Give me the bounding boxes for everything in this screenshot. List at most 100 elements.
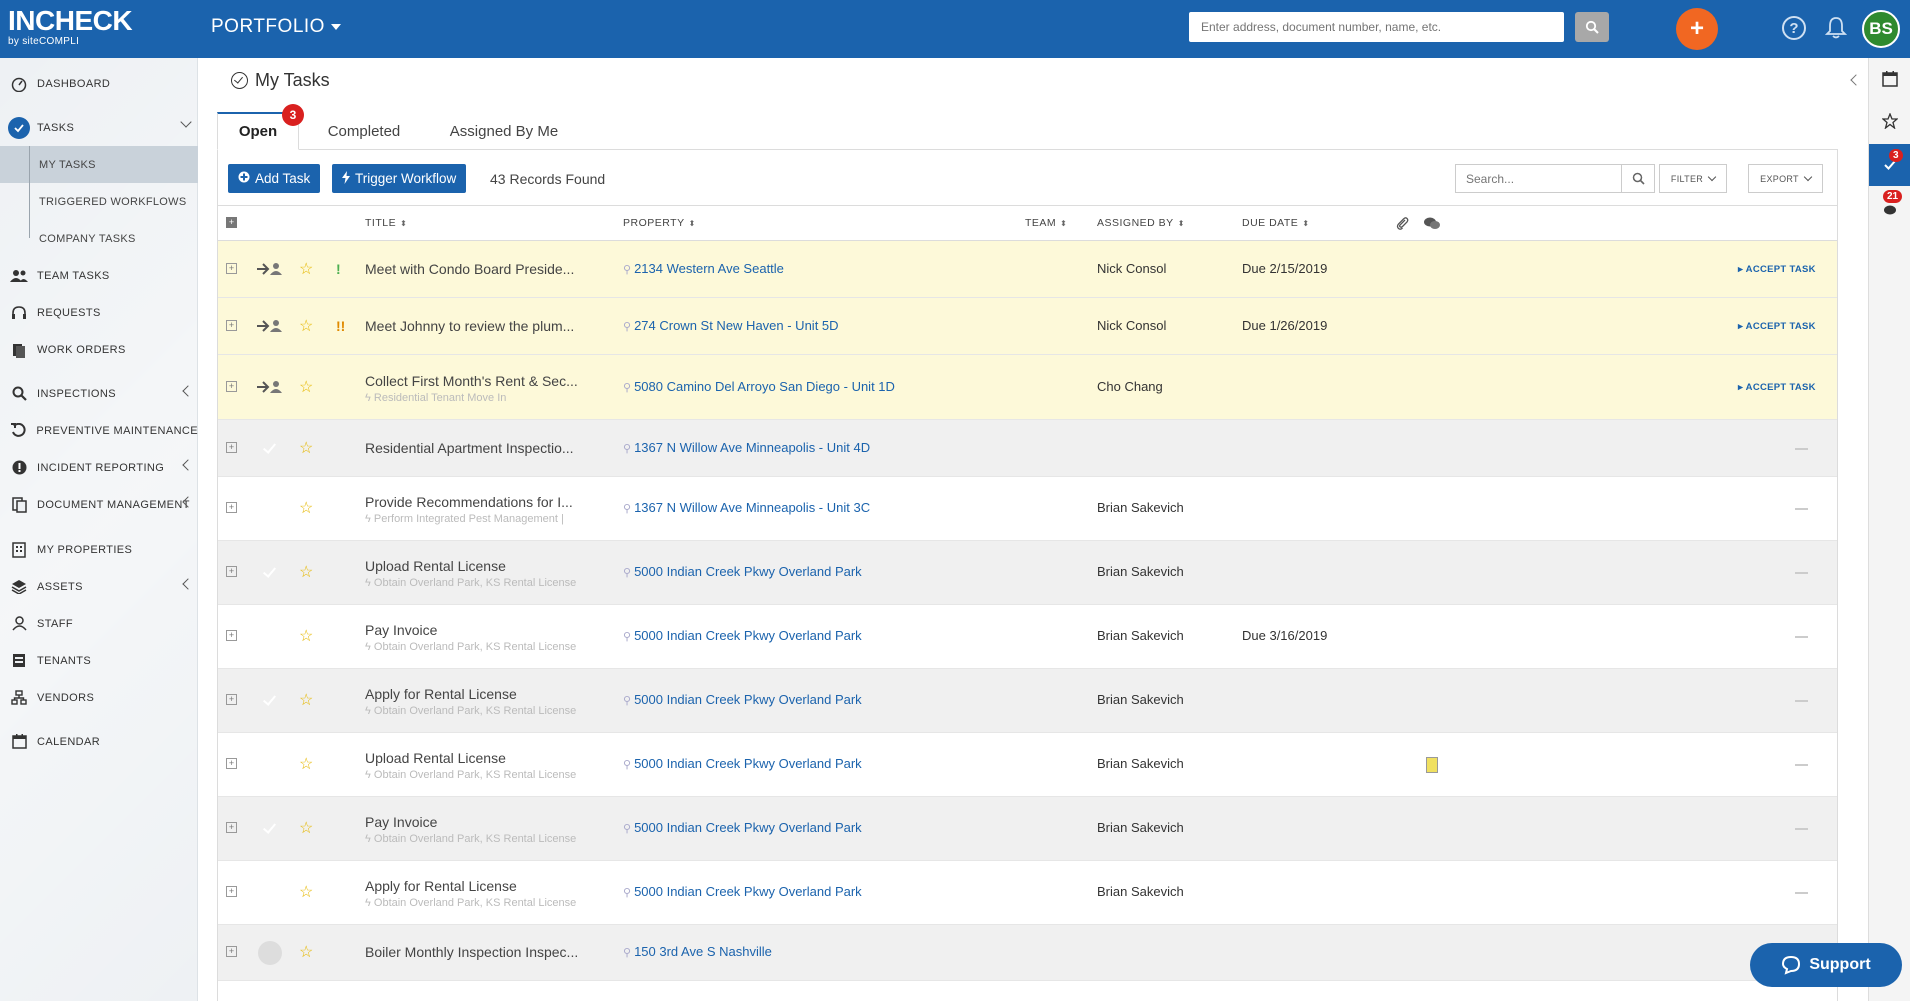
table-row[interactable]: + ☆ Apply for Rental License ϟ Obtain Overl…	[218, 861, 1837, 925]
property-link[interactable]: ⚲ 5000 Indian Creek Pkwy Overland Park	[623, 692, 862, 707]
star-icon[interactable]: ☆	[299, 498, 313, 518]
support-button[interactable]: Support	[1750, 943, 1902, 987]
rail-notifications[interactable]: 21	[1869, 188, 1910, 230]
rail-favorites[interactable]	[1869, 100, 1910, 142]
tab-assigned-by-me[interactable]: Assigned By Me	[429, 112, 579, 150]
global-search-input[interactable]	[1189, 12, 1564, 42]
sidebar-item-assets[interactable]: ASSETS	[0, 568, 198, 605]
table-row[interactable]: + ☆!! Meet Johnny to review the plum... ⚲ 27…	[218, 298, 1837, 355]
sidebar-item-tasks[interactable]: TASKS	[0, 109, 198, 146]
expand-all-icon[interactable]: +	[226, 217, 237, 228]
expand-row-icon[interactable]: +	[226, 566, 237, 577]
property-link[interactable]: ⚲ 5000 Indian Creek Pkwy Overland Park	[623, 628, 862, 643]
table-row[interactable]: + ☆ Apply for Rental License ϟ Obtain Overl…	[218, 669, 1837, 733]
filter-dropdown[interactable]: FILTER	[1659, 164, 1727, 193]
create-new-button[interactable]: +	[1676, 8, 1718, 50]
sidebar-item-inspections[interactable]: INSPECTIONS	[0, 375, 198, 412]
accept-task-button[interactable]: ▸ ACCEPT TASK	[1738, 321, 1816, 332]
column-due-date[interactable]: DUE DATE ⬍	[1242, 217, 1310, 229]
global-search-button[interactable]	[1575, 12, 1609, 42]
task-title[interactable]: Provide Recommendations for I...	[365, 494, 573, 510]
add-task-button[interactable]: Add Task	[228, 164, 321, 193]
expand-row-icon[interactable]: +	[226, 946, 237, 957]
table-row[interactable]: + ☆ Residential Apartment Inspectio... ⚲ 136…	[218, 420, 1837, 477]
sidebar-item-vendors[interactable]: VENDORS	[0, 679, 198, 716]
star-icon[interactable]: ☆	[299, 690, 313, 710]
sidebar-item-work-orders[interactable]: WORK ORDERS	[0, 331, 198, 368]
star-icon[interactable]: ☆	[299, 818, 313, 838]
sidebar-item-tenants[interactable]: TENANTS	[0, 642, 198, 679]
sidebar-item-incident-reporting[interactable]: INCIDENT REPORTING	[0, 449, 198, 486]
task-title[interactable]: Upload Rental License	[365, 750, 506, 766]
collapse-panel-icon[interactable]	[1850, 74, 1862, 86]
property-link[interactable]: ⚲ 5000 Indian Creek Pkwy Overland Park	[623, 564, 862, 579]
comments-icon[interactable]	[1424, 217, 1440, 233]
task-title[interactable]: Apply for Rental License	[365, 878, 517, 894]
sidebar-item-calendar[interactable]: CALENDAR	[0, 723, 198, 760]
star-icon[interactable]: ☆	[299, 754, 313, 774]
star-icon[interactable]: ☆	[299, 316, 313, 336]
property-link[interactable]: ⚲ 150 3rd Ave S Nashville	[623, 944, 772, 959]
export-dropdown[interactable]: EXPORT	[1748, 164, 1823, 193]
property-link[interactable]: ⚲ 5000 Indian Creek Pkwy Overland Park	[623, 756, 862, 771]
expand-row-icon[interactable]: +	[226, 822, 237, 833]
table-row[interactable]: + ☆ Pay Invoice ϟ Obtain Overland Park, KS …	[218, 797, 1837, 861]
table-row[interactable]: + ☆ Upload Rental License ϟ Obtain Overland…	[218, 733, 1837, 797]
sidebar-item-document-management[interactable]: DOCUMENT MANAGEMENT	[0, 486, 198, 523]
task-title[interactable]: Collect First Month's Rent & Sec...	[365, 373, 578, 389]
expand-row-icon[interactable]: +	[226, 694, 237, 705]
property-link[interactable]: ⚲ 274 Crown St New Haven - Unit 5D	[623, 318, 839, 333]
column-team[interactable]: TEAM ⬍	[1025, 217, 1067, 229]
table-row[interactable]: + ☆ Boiler Monthly Inspection Inspec... ⚲ 15…	[218, 925, 1837, 981]
column-title[interactable]: TITLE ⬍	[365, 217, 407, 229]
table-row[interactable]: + ☆ Provide Recommendations for I... ϟ Perf…	[218, 477, 1837, 541]
property-link[interactable]: ⚲ 5000 Indian Creek Pkwy Overland Park	[623, 820, 862, 835]
sidebar-item-preventive-maintenance[interactable]: PREVENTIVE MAINTENANCE	[0, 412, 198, 449]
star-icon[interactable]: ☆	[299, 626, 313, 646]
task-title[interactable]: Pay Invoice	[365, 814, 437, 830]
task-title[interactable]: Residential Apartment Inspectio...	[365, 440, 574, 456]
app-logo[interactable]: INCHECK by siteCOMPLI	[8, 6, 133, 48]
table-search-input[interactable]	[1455, 164, 1622, 193]
task-title[interactable]: Meet with Condo Board Preside...	[365, 261, 574, 277]
property-link[interactable]: ⚲ 5000 Indian Creek Pkwy Overland Park	[623, 884, 862, 899]
expand-row-icon[interactable]: +	[226, 630, 237, 641]
expand-row-icon[interactable]: +	[226, 262, 237, 274]
expand-row-icon[interactable]: +	[226, 441, 237, 453]
star-icon[interactable]: ☆	[299, 438, 313, 458]
table-row[interactable]: + ☆ Collect First Month's Rent & Sec... ϟ R…	[218, 355, 1837, 420]
star-icon[interactable]: ☆	[299, 942, 313, 962]
expand-row-icon[interactable]: +	[226, 380, 237, 392]
table-row[interactable]: + ☆ Upload Rental License ϟ Obtain Overland…	[218, 541, 1837, 605]
property-link[interactable]: ⚲ 1367 N Willow Ave Minneapolis - Unit 3C	[623, 500, 870, 515]
note-icon[interactable]	[1426, 757, 1438, 773]
expand-row-icon[interactable]: +	[226, 758, 237, 769]
property-link[interactable]: ⚲ 2134 Western Ave Seattle	[623, 261, 784, 276]
table-search-button[interactable]	[1621, 164, 1655, 193]
tab-completed[interactable]: Completed	[309, 112, 419, 150]
portfolio-dropdown[interactable]: PORTFOLIO	[211, 16, 341, 38]
expand-row-icon[interactable]: +	[226, 886, 237, 897]
expand-row-icon[interactable]: +	[226, 319, 237, 331]
sidebar-item-dashboard[interactable]: DASHBOARD	[0, 65, 198, 102]
star-icon[interactable]: ☆	[299, 259, 313, 279]
task-title[interactable]: Boiler Monthly Inspection Inspec...	[365, 944, 578, 960]
accept-task-button[interactable]: ▸ ACCEPT TASK	[1738, 382, 1816, 393]
expand-row-icon[interactable]: +	[226, 502, 237, 513]
column-property[interactable]: PROPERTY ⬍	[623, 217, 696, 229]
task-title[interactable]: Meet Johnny to review the plum...	[365, 318, 574, 334]
star-icon[interactable]: ☆	[299, 882, 313, 902]
rail-calendar[interactable]	[1869, 58, 1910, 100]
sidebar-item-staff[interactable]: STAFF	[0, 605, 198, 642]
property-link[interactable]: ⚲ 1367 N Willow Ave Minneapolis - Unit 4D	[623, 440, 870, 455]
task-title[interactable]: Pay Invoice	[365, 622, 437, 638]
help-icon[interactable]: ?	[1782, 16, 1806, 40]
paperclip-icon[interactable]	[1396, 217, 1409, 233]
trigger-workflow-button[interactable]: Trigger Workflow	[332, 164, 467, 193]
table-row[interactable]: + ☆! Meet with Condo Board Preside... ⚲ 2134…	[218, 241, 1837, 298]
list-status-icon[interactable]	[258, 941, 282, 965]
user-avatar[interactable]: BS	[1862, 10, 1900, 48]
star-icon[interactable]: ☆	[299, 377, 313, 397]
task-title[interactable]: Apply for Rental License	[365, 686, 517, 702]
column-assigned-by[interactable]: ASSIGNED BY ⬍	[1097, 217, 1185, 229]
